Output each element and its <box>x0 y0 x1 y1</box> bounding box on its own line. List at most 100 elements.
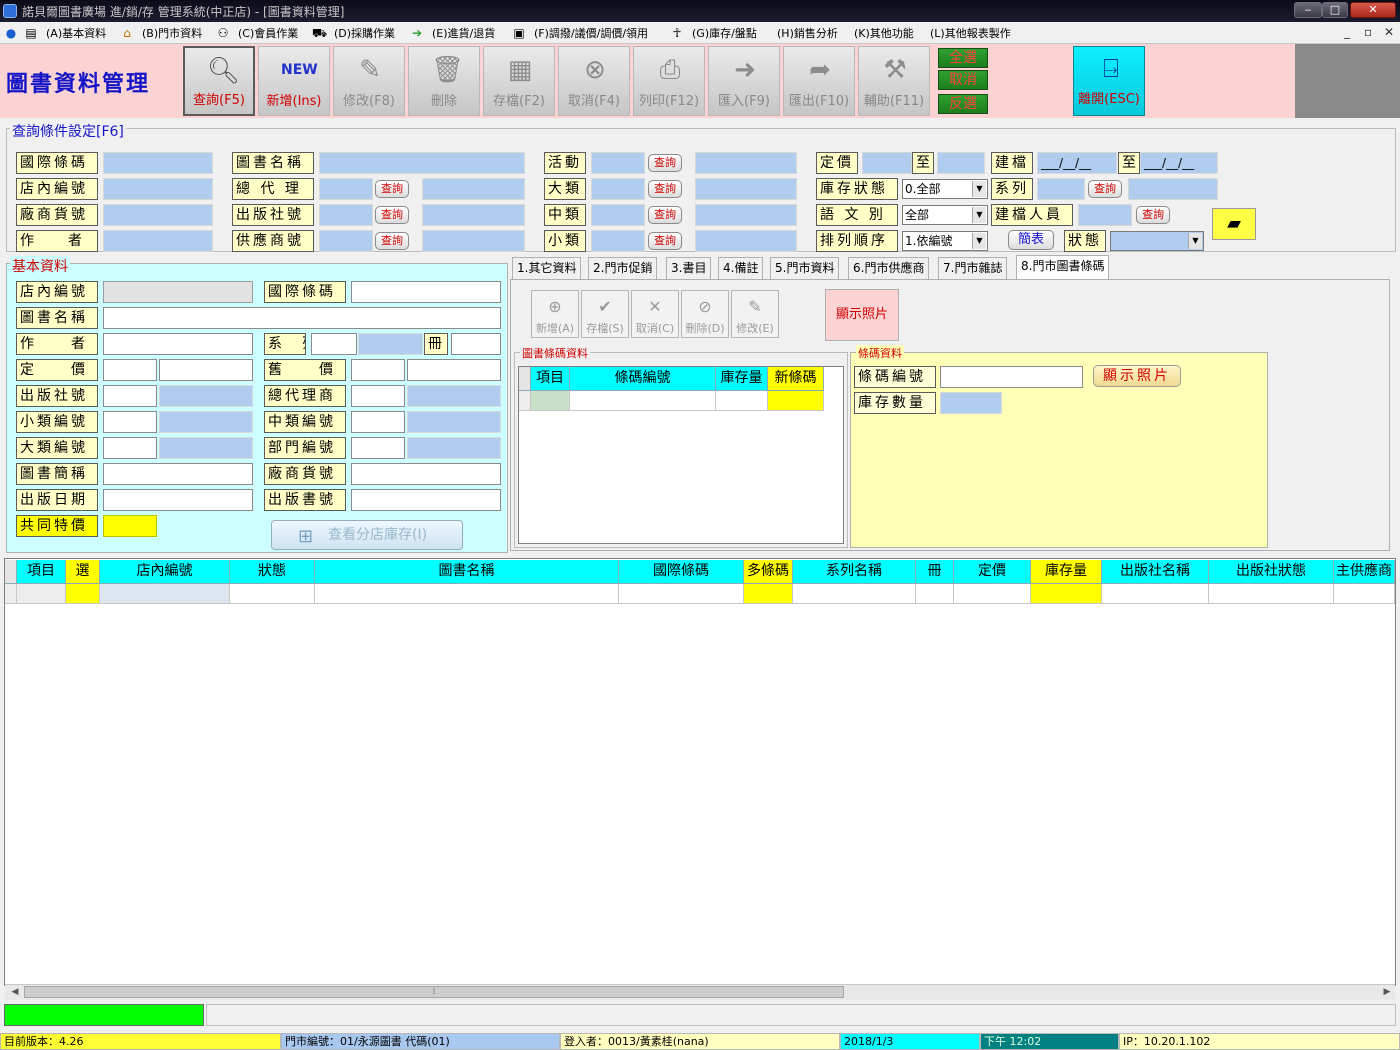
select-all-button[interactable]: 全選 <box>938 48 988 68</box>
q-publisher-code-input[interactable] <box>319 204 373 226</box>
barcode-col-no[interactable]: 條碼編號 <box>570 367 716 391</box>
agent-name-input[interactable] <box>407 385 501 407</box>
series-code-input[interactable] <box>311 333 357 355</box>
volume-input[interactable] <box>451 333 501 355</box>
isbn-input[interactable] <box>351 281 501 303</box>
invert-selection-button[interactable]: 反選 <box>938 94 988 114</box>
major-code-input[interactable] <box>103 437 157 459</box>
tab-notes[interactable]: 4.備註 <box>718 257 764 279</box>
stock-qty-input[interactable] <box>940 392 1002 414</box>
q-store-no-input[interactable] <box>103 178 213 200</box>
import-button[interactable]: ➜ 匯入(F9) <box>708 46 780 116</box>
vendor-no-input[interactable] <box>351 463 501 485</box>
q-language-select[interactable]: 全部 ▼ <box>902 205 988 225</box>
tab-store-data[interactable]: 5.門市資料 <box>770 257 840 279</box>
menu-purchase[interactable]: (D)採購作業 <box>334 25 395 41</box>
col-volume[interactable]: 冊 <box>916 560 954 584</box>
cell-main-supplier[interactable] <box>1334 584 1395 604</box>
q-activity-code-input[interactable] <box>591 152 645 174</box>
cell-volume[interactable] <box>916 584 954 604</box>
q-series-code-input[interactable] <box>1037 178 1085 200</box>
q-supplier-code-input[interactable] <box>319 230 373 252</box>
q-author-input[interactable] <box>103 230 213 252</box>
grid-edit-button[interactable]: ✎ 修改(E) <box>731 290 779 338</box>
q-minor-name-input[interactable] <box>695 230 797 252</box>
major-name-input[interactable] <box>159 437 253 459</box>
menu-other-functions[interactable]: (K)其他功能 <box>854 25 914 41</box>
cell-price[interactable] <box>954 584 1031 604</box>
q-medium-query-button[interactable]: 查詢 <box>648 206 682 224</box>
barcode-cell-stock[interactable] <box>716 391 768 411</box>
col-publisher-status[interactable]: 出版社狀態 <box>1209 560 1334 584</box>
grid-delete-button[interactable]: ⊘ 刪除(D) <box>681 290 729 338</box>
q-agent-query-button[interactable]: 查詢 <box>375 180 409 198</box>
show-photo-button[interactable]: 顯示照片 <box>825 289 899 341</box>
q-price-to-input[interactable] <box>937 152 985 174</box>
scroll-right-icon[interactable]: ▶ <box>1380 985 1394 999</box>
book-name-input[interactable] <box>103 307 501 329</box>
q-supplier-name-input[interactable] <box>422 230 525 252</box>
barcode-no-input[interactable] <box>940 366 1083 388</box>
col-book-name[interactable]: 圖書名稱 <box>315 560 619 584</box>
q-agent-name-input[interactable] <box>422 178 525 200</box>
short-name-input[interactable] <box>103 463 253 485</box>
mdi-close-button[interactable]: ✕ <box>1384 25 1394 39</box>
series-name-input[interactable] <box>358 333 423 355</box>
q-medium-name-input[interactable] <box>695 204 797 226</box>
q-series-query-button[interactable]: 查詢 <box>1088 180 1122 198</box>
cell-series-name[interactable] <box>793 584 916 604</box>
branch-stock-button[interactable]: ⊞ 查看分店庫存(I) <box>271 520 463 550</box>
q-created-from-input[interactable]: ___/__/__ <box>1037 152 1117 174</box>
mdi-restore-button[interactable]: ▫ <box>1364 25 1372 39</box>
new-button[interactable]: NEW 新增(Ins) <box>258 46 330 116</box>
export-button[interactable]: ➦ 匯出(F10) <box>783 46 855 116</box>
q-minor-code-input[interactable] <box>591 230 645 252</box>
dept-code-input[interactable] <box>351 437 405 459</box>
q-creator-input[interactable] <box>1078 204 1132 226</box>
menu-basic-data[interactable]: (A)基本資料 <box>46 25 106 41</box>
q-created-to-input[interactable]: ___/__/__ <box>1140 152 1218 174</box>
q-publisher-name-input[interactable] <box>422 204 525 226</box>
exit-button[interactable]: ⍈ 離開(ESC) <box>1073 46 1145 116</box>
common-price-input[interactable] <box>103 515 157 537</box>
delete-button[interactable]: 🗑︎ 刪除 <box>408 46 480 116</box>
q-creator-query-button[interactable]: 查詢 <box>1136 206 1170 224</box>
grid-cancel-button[interactable]: ✕ 取消(C) <box>631 290 679 338</box>
q-brief-button[interactable]: 簡表 <box>1008 230 1054 250</box>
col-price[interactable]: 定價 <box>954 560 1031 584</box>
tab-store-promo[interactable]: 2.門市促銷 <box>588 257 658 279</box>
q-agent-code-input[interactable] <box>319 178 373 200</box>
tab-store-supplier[interactable]: 6.門市供應商 <box>848 257 930 279</box>
q-isbn-input[interactable] <box>103 152 213 174</box>
tab-store-magazine[interactable]: 7.門市雜誌 <box>938 257 1008 279</box>
q-supplier-query-button[interactable]: 查詢 <box>375 232 409 250</box>
menu-inventory[interactable]: (G)庫存/盤點 <box>692 25 757 41</box>
grid-save-button[interactable]: ✔ 存檔(S) <box>581 290 629 338</box>
menu-other-reports[interactable]: (L)其他報表製作 <box>930 25 1011 41</box>
q-publisher-query-button[interactable]: 查詢 <box>375 206 409 224</box>
cell-stock[interactable] <box>1031 584 1102 604</box>
agent-code-input[interactable] <box>351 385 405 407</box>
barcode-show-photo-button[interactable]: 顯示照片 <box>1093 365 1181 387</box>
col-select[interactable]: 選 <box>66 560 100 584</box>
q-book-name-input[interactable] <box>319 152 525 174</box>
barcode-row-indicator[interactable] <box>519 391 531 411</box>
pub-books-input[interactable] <box>351 489 501 511</box>
menu-stock-in[interactable]: (E)進貨/退貨 <box>432 25 495 41</box>
q-sort-select[interactable]: 1.依編號 ▼ <box>902 231 988 251</box>
cell-publisher-name[interactable] <box>1102 584 1209 604</box>
barcode-cell-new[interactable] <box>768 391 824 411</box>
q-minor-query-button[interactable]: 查詢 <box>648 232 682 250</box>
eraser-icon[interactable]: ▰ <box>1212 208 1256 240</box>
minimize-button[interactable]: ‒ <box>1294 2 1322 18</box>
help-button[interactable]: ⚒ 輔助(F11) <box>858 46 930 116</box>
app-menu-icon[interactable]: ● <box>4 26 18 40</box>
cancel-button[interactable]: ⊗ 取消(F4) <box>558 46 630 116</box>
cell-book-name[interactable] <box>315 584 619 604</box>
tab-store-barcode[interactable]: 8.門市圖書條碼 <box>1016 255 1110 279</box>
maximize-button[interactable]: □ <box>1322 2 1348 18</box>
save-button[interactable]: ▦ 存檔(F2) <box>483 46 555 116</box>
q-medium-code-input[interactable] <box>591 204 645 226</box>
menu-member[interactable]: (C)會員作業 <box>238 25 298 41</box>
barcode-cell-no[interactable] <box>570 391 716 411</box>
